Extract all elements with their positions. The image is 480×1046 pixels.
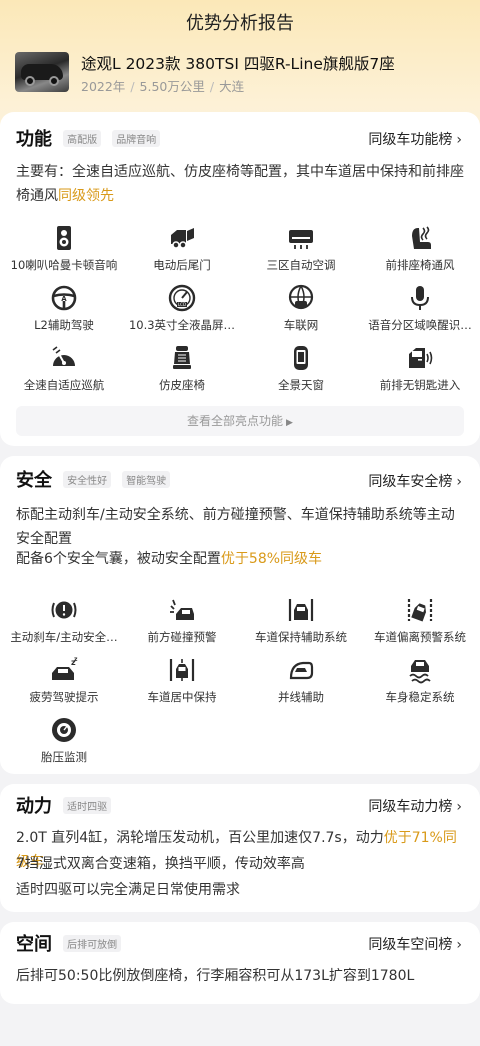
feature-item[interactable]: 车道居中保持 [122, 656, 242, 714]
feature-item[interactable]: 10喇叭哈曼卡顿音响 [4, 224, 124, 282]
power-tailgate-icon [168, 224, 196, 252]
safety-tag: 安全性好 [63, 470, 112, 488]
car-mileage: 5.50万公里 [139, 79, 205, 94]
leather-seat-icon [168, 344, 196, 372]
power-drivetrain-line: 适时四驱可以完全满足日常使用需求 [16, 882, 240, 898]
feature-item[interactable]: 全景天窗 [241, 344, 361, 402]
feature-item[interactable]: 车身稳定系统 [360, 656, 480, 714]
feature-item[interactable]: 胎压监测 [4, 716, 124, 774]
space-title: 空间 [16, 934, 52, 955]
feature-item[interactable]: A L2辅助驾驶 [4, 284, 124, 342]
tire-pressure-icon [50, 716, 78, 744]
space-seat-line: 后排可50:50比例放倒座椅，行李厢容积可从173L扩容到1780L [16, 968, 415, 984]
power-tag: 适时四驱 [63, 796, 112, 814]
space-card: 空间 后排可放倒 同级车空间榜 › 后排可50:50比例放倒座椅，行李厢容积可从1… [0, 922, 480, 1004]
safety-header: 安全 安全性好 智能驾驶 [16, 466, 171, 496]
feature-item[interactable]: 车联网 [241, 284, 361, 342]
feature-item[interactable]: 并线辅助 [241, 656, 361, 714]
microphone-icon [406, 284, 434, 312]
lane-center-icon [168, 656, 196, 684]
air-conditioner-icon [287, 224, 315, 252]
chevron-right-icon: › [456, 132, 462, 148]
feature-item[interactable]: 仿皮座椅 [122, 344, 242, 402]
power-transmission-line: 7挡湿式双离合变速箱，换挡平顺，传动效率高 [16, 856, 305, 872]
safety-title: 安全 [16, 470, 52, 491]
feature-item[interactable]: 车道偏离预警系统 [360, 596, 480, 654]
function-header: 功能 高配版 品牌音响 [16, 125, 161, 155]
stability-control-icon [406, 656, 434, 684]
space-tag: 后排可放倒 [63, 934, 122, 952]
car-meta: 2022年/5.50万公里 / 大连 [81, 79, 245, 94]
function-card: 功能 高配版 品牌音响 同级车功能榜 › 主要有：全速自适应巡航、仿皮座椅等配置，… [0, 112, 480, 446]
car-name: 途观L 2023款 380TSI 四驱R-Line旗舰版7座 [81, 55, 395, 73]
page-title: 优势分析报告 [186, 13, 294, 34]
feature-item[interactable]: 全速自适应巡航 [4, 344, 124, 402]
feature-item[interactable]: 车道保持辅助系统 [241, 596, 361, 654]
fatigue-alert-icon: zz [50, 656, 78, 684]
triangle-right-icon: ▶ [286, 418, 293, 428]
power-header: 动力 适时四驱 [16, 792, 112, 822]
chevron-right-icon: › [456, 474, 462, 490]
car-city: 大连 [219, 79, 245, 94]
blind-spot-icon [287, 656, 315, 684]
feature-item[interactable]: 前排无钥匙进入 [360, 344, 480, 402]
svg-text:A: A [61, 295, 67, 303]
function-title: 功能 [16, 129, 52, 150]
lane-keep-icon [287, 596, 315, 624]
feature-item[interactable]: 语音分区域唤醒识… [360, 284, 480, 342]
feature-item[interactable]: 前方碰撞预警 [122, 596, 242, 654]
seat-ventilation-icon [406, 224, 434, 252]
safety-card: 安全 安全性好 智能驾驶 同级车安全榜 › 标配主动刹车/主动安全系统、前方碰撞预… [0, 456, 480, 774]
lane-departure-icon [406, 596, 434, 624]
function-description: 主要有：全速自适应巡航、仿皮座椅等配置，其中车道居中保持和前排座椅通风同级领先 [16, 164, 464, 204]
view-all-features-button[interactable]: 查看全部亮点功能 ▶ [16, 406, 464, 436]
car-summary[interactable]: 途观L 2023款 380TSI 四驱R-Line旗舰版7座 2022年/5.5… [15, 52, 470, 98]
feature-item[interactable]: 主动刹车/主动安全… [4, 596, 124, 654]
car-thumbnail [15, 52, 69, 92]
cruise-control-icon [50, 344, 78, 372]
power-card: 动力 适时四驱 同级车动力榜 › 2.0T 直列4缸，涡轮增压发动机，百公里加速仅… [0, 784, 480, 912]
feature-item[interactable]: 电动后尾门 [122, 224, 242, 282]
car-year: 2022年 [81, 79, 126, 94]
feature-item[interactable]: zz 疲劳驾驶提示 [4, 656, 124, 714]
space-rank-link[interactable]: 同级车空间榜 › [368, 934, 462, 954]
active-brake-icon [50, 596, 78, 624]
collision-warning-icon [168, 596, 196, 624]
speaker-icon [50, 224, 78, 252]
svg-text:z: z [74, 656, 78, 663]
function-tag: 高配版 [63, 129, 102, 147]
function-tag: 品牌音响 [112, 129, 161, 147]
safety-description: 标配主动刹车/主动安全系统、前方碰撞预警、车道保持辅助系统等主动安全配置 [16, 507, 455, 547]
keyless-entry-icon [406, 344, 434, 372]
lcd-dashboard-icon: LCD [168, 284, 196, 312]
assisted-driving-icon: A [50, 284, 78, 312]
panoramic-sunroof-icon [287, 344, 315, 372]
power-rank-link[interactable]: 同级车动力榜 › [368, 796, 462, 816]
feature-item[interactable]: 前排座椅通风 [360, 224, 480, 282]
safety-airbag-description: 配备6个安全气囊，被动安全配置优于58%同级车 [16, 551, 323, 567]
space-header: 空间 后排可放倒 [16, 930, 122, 960]
chevron-right-icon: › [456, 937, 462, 953]
chevron-right-icon: › [456, 799, 462, 815]
feature-item[interactable]: 三区自动空调 [241, 224, 361, 282]
function-rank-link[interactable]: 同级车功能榜 › [368, 129, 462, 149]
connected-car-icon [287, 284, 315, 312]
safety-rank-link[interactable]: 同级车安全榜 › [368, 471, 462, 491]
safety-tag: 智能驾驶 [122, 470, 171, 488]
power-title: 动力 [16, 796, 52, 817]
feature-item[interactable]: LCD 10.3英寸全液晶屏… [122, 284, 242, 342]
svg-text:LCD: LCD [178, 302, 186, 307]
